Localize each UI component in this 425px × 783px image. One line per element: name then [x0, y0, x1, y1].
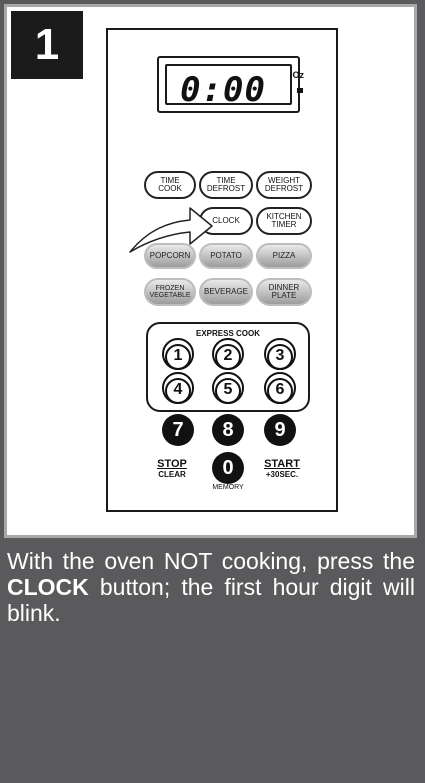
stop-clear-button[interactable]: STOP CLEAR: [150, 458, 194, 479]
number-0-button[interactable]: 0: [212, 452, 244, 484]
express-cook-label: EXPRESS COOK: [195, 329, 260, 338]
number-9-button[interactable]: 9: [264, 414, 296, 446]
number-7-button[interactable]: 7: [162, 414, 194, 446]
number-2-button[interactable]: 2: [212, 338, 244, 370]
memory-label: MEMORY: [212, 484, 244, 491]
step-number-badge: 1: [11, 11, 83, 79]
number-4-button[interactable]: 4: [162, 372, 194, 404]
number-3-button[interactable]: 3: [264, 338, 296, 370]
microwave-control-panel: 0:00 Oz TIME COOK TIME DEFROST WEIGHT DEFRO…: [106, 28, 338, 512]
number-5-button[interactable]: 5: [212, 372, 244, 404]
illustration-area: 1 0:00 Oz TIME COOK TIME DEFROST WEIGHT DEF…: [4, 4, 417, 538]
instruction-caption: With the oven NOT cooking, press the CLO…: [7, 548, 415, 626]
number-8-button[interactable]: 8: [212, 414, 244, 446]
caption-clock-emphasis: CLOCK: [7, 574, 89, 600]
pointing-arrow-icon: [129, 207, 213, 253]
instruction-card: 1 0:00 Oz TIME COOK TIME DEFROST WEIGHT DEF…: [0, 0, 425, 783]
number-1-button[interactable]: 1: [162, 338, 194, 370]
caption-text-start: With the oven NOT cooking, press the: [7, 548, 415, 574]
number-6-button[interactable]: 6: [264, 372, 296, 404]
start-30sec-button[interactable]: START +30SEC.: [258, 458, 306, 479]
